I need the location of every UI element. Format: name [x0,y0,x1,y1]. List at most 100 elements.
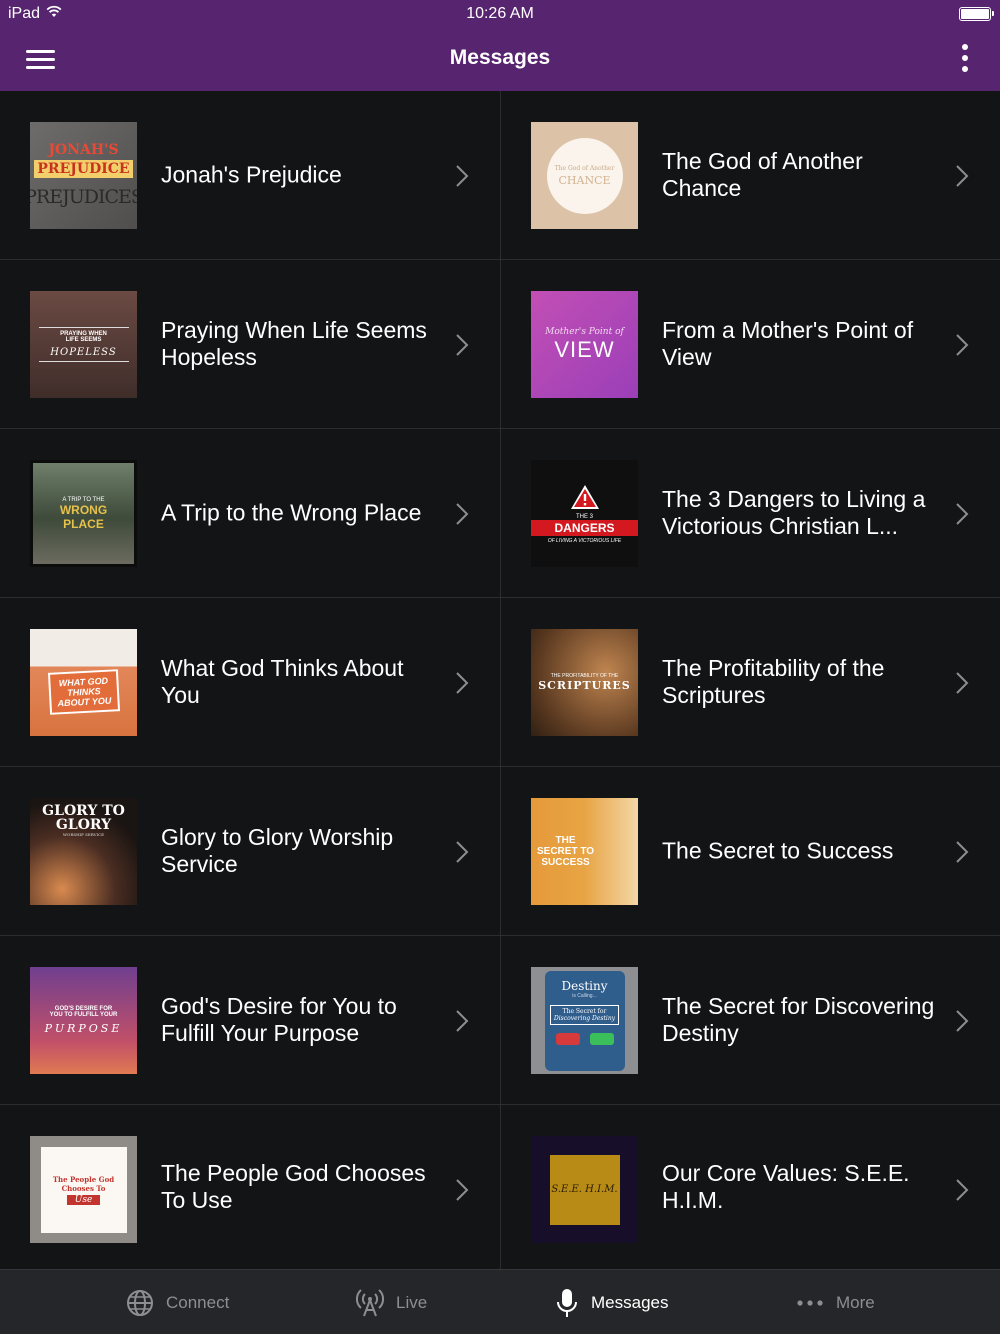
message-thumbnail: A TRIP TO THE WRONG PLACE [30,460,137,567]
thumbnail-text: SECRET TO [537,846,595,857]
message-item[interactable]: Mother's Point of VIEW From a Mother's P… [500,260,1000,429]
message-item[interactable]: WHAT GOD THINKS ABOUT YOU What God Think… [0,598,500,767]
thumbnail-text: PREJUDICES [30,186,137,208]
message-title: Our Core Values: S.E.E. H.I.M. [662,1160,910,1213]
message-title: A Trip to the Wrong Place [161,499,422,526]
thumbnail-text: YOU TO FULFILL YOUR [49,1012,118,1018]
thumbnail-text: The People God [52,1174,115,1184]
tab-bar: Connect Live Messages More [0,1269,1000,1334]
message-thumbnail: THE SECRET TO SUCCESS [531,798,638,905]
tab-label: Live [396,1292,428,1312]
thumbnail-text: is Calling... [572,992,597,999]
message-item[interactable]: PRAYING WHEN LIFE SEEMS HOPELESS Praying… [0,260,500,429]
broadcast-icon [356,1288,384,1316]
message-title: The People God Chooses To Use [161,1160,426,1213]
thumbnail-text: Destiny [561,978,608,993]
message-thumbnail: The God of Another CHANCE [531,122,638,229]
more-options-icon[interactable] [960,44,970,74]
chevron-right-icon [456,503,469,525]
message-item[interactable]: S.E.E. H.I.M. Our Core Values: S.E.E. H.… [500,1105,1000,1269]
tab-messages[interactable]: Messages [555,1270,668,1334]
thumbnail-text: Use [66,1194,101,1205]
message-thumbnail: S.E.E. H.I.M. [531,1136,638,1243]
message-title: The Profitability of the Scriptures [662,655,885,708]
thumbnail-text: OF LIVING A VICTORIOUS LIFE [547,537,622,544]
message-thumbnail: JONAH'S PREJUDICE PREJUDICES [30,122,137,229]
chevron-right-icon [956,165,969,187]
chevron-right-icon [956,503,969,525]
chevron-right-icon [456,1179,469,1201]
message-item[interactable]: GLORY TO GLORY WORSHIP SERVICE Glory to … [0,767,500,936]
ellipsis-icon [797,1299,823,1306]
chevron-right-icon [956,1179,969,1201]
chevron-right-icon [456,672,469,694]
accept-call-icon [589,1032,614,1045]
message-item[interactable]: THE 3 DANGERS OF LIVING A VICTORIOUS LIF… [500,429,1000,598]
status-time: 10:26 AM [466,5,534,22]
message-item[interactable]: THE SECRET TO SUCCESS The Secret to Succ… [500,767,1000,936]
microphone-icon [557,1288,577,1317]
thumbnail-text: Mother's Point of [545,326,624,337]
thumbnail-text: SUCCESS [541,857,590,868]
thumbnail-text: PREJUDICE [34,160,133,178]
tab-label: More [836,1292,875,1312]
message-item[interactable]: THE PROFITABILITY OF THE SCRIPTURES The … [500,598,1000,767]
message-item[interactable]: A TRIP TO THE WRONG PLACE A Trip to the … [0,429,500,598]
tab-live[interactable]: Live [356,1270,427,1334]
thumbnail-text: The Secret for [562,1007,607,1015]
thumbnail-text: WRONG [59,502,108,517]
message-thumbnail: WHAT GOD THINKS ABOUT YOU [30,629,137,736]
message-title: God's Desire for You to Fulfill Your Pur… [161,993,397,1046]
tab-more[interactable]: More [796,1270,875,1334]
message-title: From a Mother's Point of View [662,317,914,370]
page-title: Messages [449,46,551,69]
thumbnail-text: Discovering Destiny [553,1014,616,1022]
thumbnail-text: CHANCE [558,173,611,187]
chevron-right-icon [456,1010,469,1032]
tab-connect[interactable]: Connect [126,1270,229,1334]
message-title: What God Thinks About You [161,655,404,708]
thumbnail-text: S.E.E. H.I.M. [551,1184,618,1195]
message-title: Glory to Glory Worship Service [161,824,394,877]
thumbnail-text: THE [555,835,576,846]
thumbnail-text: JONAH'S [48,142,119,158]
warning-icon [570,484,599,509]
tab-label: Messages [591,1292,669,1312]
thumbnail-text: GLORY [55,817,112,833]
thumbnail-text: Chooses To [61,1183,106,1193]
battery-icon [959,7,994,21]
message-title: Praying When Life Seems Hopeless [161,317,427,370]
nav-bar: Messages [0,28,1000,91]
thumbnail-text: VIEW [554,336,615,362]
message-thumbnail: PRAYING WHEN LIFE SEEMS HOPELESS [30,291,137,398]
chevron-right-icon [456,165,469,187]
thumbnail-text: The God of Another [554,164,615,172]
message-item[interactable]: JONAH'S PREJUDICE PREJUDICES Jonah's Pre… [0,91,500,260]
thumbnail-text: ABOUT YOU [56,695,112,708]
thumbnail-text: SCRIPTURES [538,679,631,692]
message-thumbnail: GOD'S DESIRE FOR YOU TO FULFILL YOUR PUR… [30,967,137,1074]
message-title: The Secret to Success [662,837,894,864]
message-thumbnail: Destiny is Calling... The Secret for Dis… [531,967,638,1074]
tab-label: Connect [166,1292,230,1312]
message-thumbnail: The People God Chooses To Use [30,1136,137,1243]
thumbnail-text: LIFE SEEMS [65,337,102,343]
message-item[interactable]: GOD'S DESIRE FOR YOU TO FULFILL YOUR PUR… [0,936,500,1105]
message-thumbnail: THE 3 DANGERS OF LIVING A VICTORIOUS LIF… [531,460,638,567]
chevron-right-icon [956,841,969,863]
globe-icon [127,1289,153,1316]
status-bar: iPad 10:26 AM [0,0,1000,28]
message-item[interactable]: Destiny is Calling... The Secret for Dis… [500,936,1000,1105]
chevron-right-icon [956,1010,969,1032]
thumbnail-text: PLACE [63,516,104,531]
message-title: The Secret for Discovering Destiny [662,993,935,1046]
message-item[interactable]: The God of Another CHANCE The God of Ano… [500,91,1000,260]
thumbnail-text: HOPELESS [50,347,117,358]
chevron-right-icon [956,334,969,356]
chevron-right-icon [956,672,969,694]
chevron-right-icon [456,841,469,863]
thumbnail-text: GLORY TO [42,803,125,819]
decline-call-icon [555,1032,580,1045]
message-item[interactable]: The People God Chooses To Use The People… [0,1105,500,1269]
message-title: Jonah's Prejudice [161,161,342,188]
